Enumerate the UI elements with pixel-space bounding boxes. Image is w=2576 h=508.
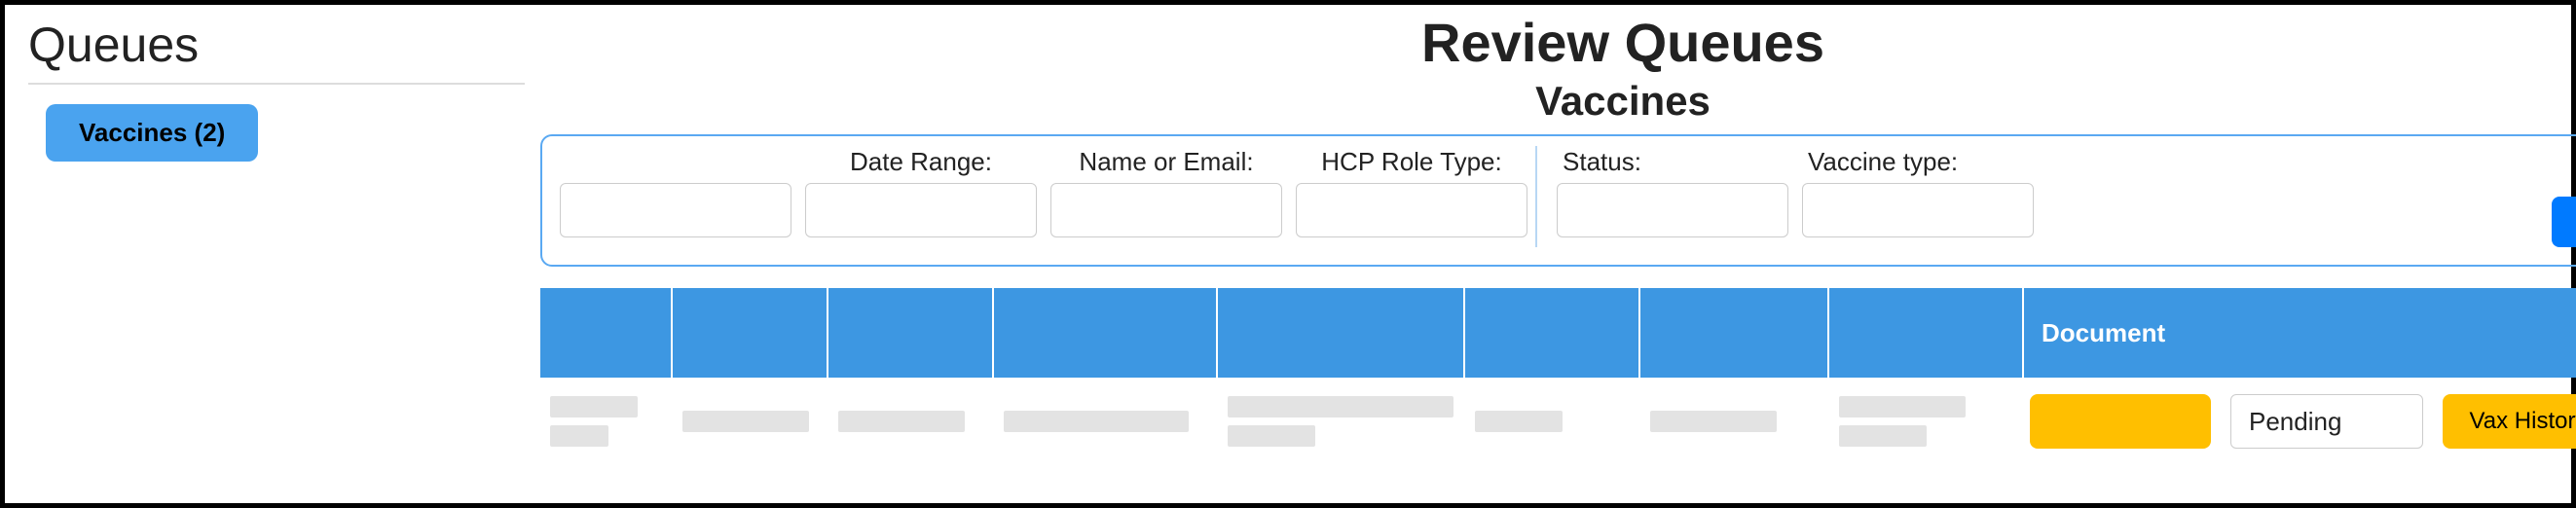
- main-content: Review Queues Vaccines Date Range: Name …: [540, 5, 2576, 503]
- skeleton: [838, 411, 965, 432]
- th-2[interactable]: [828, 288, 994, 378]
- date-range-label: Date Range:: [850, 146, 992, 177]
- th-3[interactable]: [994, 288, 1218, 378]
- sidebar-title: Queues: [28, 17, 517, 79]
- hcp-role-input[interactable]: [1296, 183, 1527, 237]
- skeleton: [1004, 411, 1189, 432]
- skeleton: [550, 396, 638, 417]
- date-from-input[interactable]: [560, 183, 791, 237]
- hcp-role-label: HCP Role Type:: [1321, 146, 1501, 177]
- section-title: Vaccines: [540, 78, 2576, 125]
- cell-0: [540, 387, 673, 455]
- name-email-label: Name or Email:: [1079, 146, 1253, 177]
- table-row: Pending Vax History: [540, 378, 2576, 455]
- filter-panel: Date Range: Name or Email: HCP Role Type…: [540, 134, 2576, 267]
- th-7[interactable]: [1829, 288, 2024, 378]
- cell-5: [1465, 387, 1640, 455]
- filter-divider: [1535, 146, 1537, 247]
- skeleton: [1839, 396, 1966, 417]
- filter-group-left: Date Range: Name or Email: HCP Role Type…: [560, 146, 1527, 247]
- vaccine-type-input[interactable]: [1802, 183, 2034, 237]
- skeleton: [1228, 425, 1315, 447]
- vax-history-button[interactable]: Vax History: [2443, 394, 2576, 449]
- filter-name-email: Name or Email:: [1050, 146, 1282, 247]
- apply-filters-button[interactable]: [2552, 197, 2576, 247]
- queue-vaccines-pill[interactable]: Vaccines (2): [46, 104, 258, 162]
- th-0[interactable]: [540, 288, 673, 378]
- vaccine-type-label: Vaccine type:: [1802, 146, 1958, 177]
- filter-status: Status:: [1557, 146, 1788, 247]
- filter-date-range: Date Range:: [805, 146, 1037, 247]
- skeleton: [682, 411, 809, 432]
- th-4[interactable]: [1218, 288, 1465, 378]
- cell-3: [994, 387, 1218, 455]
- filter-vaccine-type: Vaccine type:: [1802, 146, 2034, 247]
- th-1[interactable]: [673, 288, 828, 378]
- filter-date-range-from: [560, 146, 791, 247]
- skeleton: [1650, 411, 1777, 432]
- sidebar: Queues Vaccines (2): [5, 5, 540, 503]
- document-action-button[interactable]: [2030, 394, 2211, 449]
- skeleton: [1475, 411, 1563, 432]
- status-label: Status:: [1557, 146, 1641, 177]
- results-table: Document: [540, 288, 2576, 455]
- cell-7: [1829, 387, 2024, 455]
- cell-1: [673, 387, 828, 455]
- skeleton: [1228, 396, 1454, 417]
- filter-hcp-role: HCP Role Type:: [1296, 146, 1527, 247]
- date-to-input[interactable]: [805, 183, 1037, 237]
- filter-group-right: Status: Vaccine type:: [1557, 146, 2034, 247]
- name-email-input[interactable]: [1050, 183, 1282, 237]
- page-title: Review Queues: [540, 11, 2576, 74]
- cell-6: [1640, 387, 1829, 455]
- th-5[interactable]: [1465, 288, 1640, 378]
- cell-4: [1218, 387, 1465, 455]
- th-6[interactable]: [1640, 288, 1829, 378]
- skeleton: [550, 425, 608, 447]
- filter-actions: [2552, 146, 2576, 247]
- sidebar-divider: [28, 83, 525, 85]
- th-document[interactable]: Document: [2024, 288, 2576, 378]
- skeleton: [1839, 425, 1927, 447]
- status-value[interactable]: Pending: [2230, 394, 2423, 449]
- status-input[interactable]: [1557, 183, 1788, 237]
- cell-document: Pending Vax History: [2024, 387, 2576, 455]
- cell-2: [828, 387, 994, 455]
- table-header: Document: [540, 288, 2576, 378]
